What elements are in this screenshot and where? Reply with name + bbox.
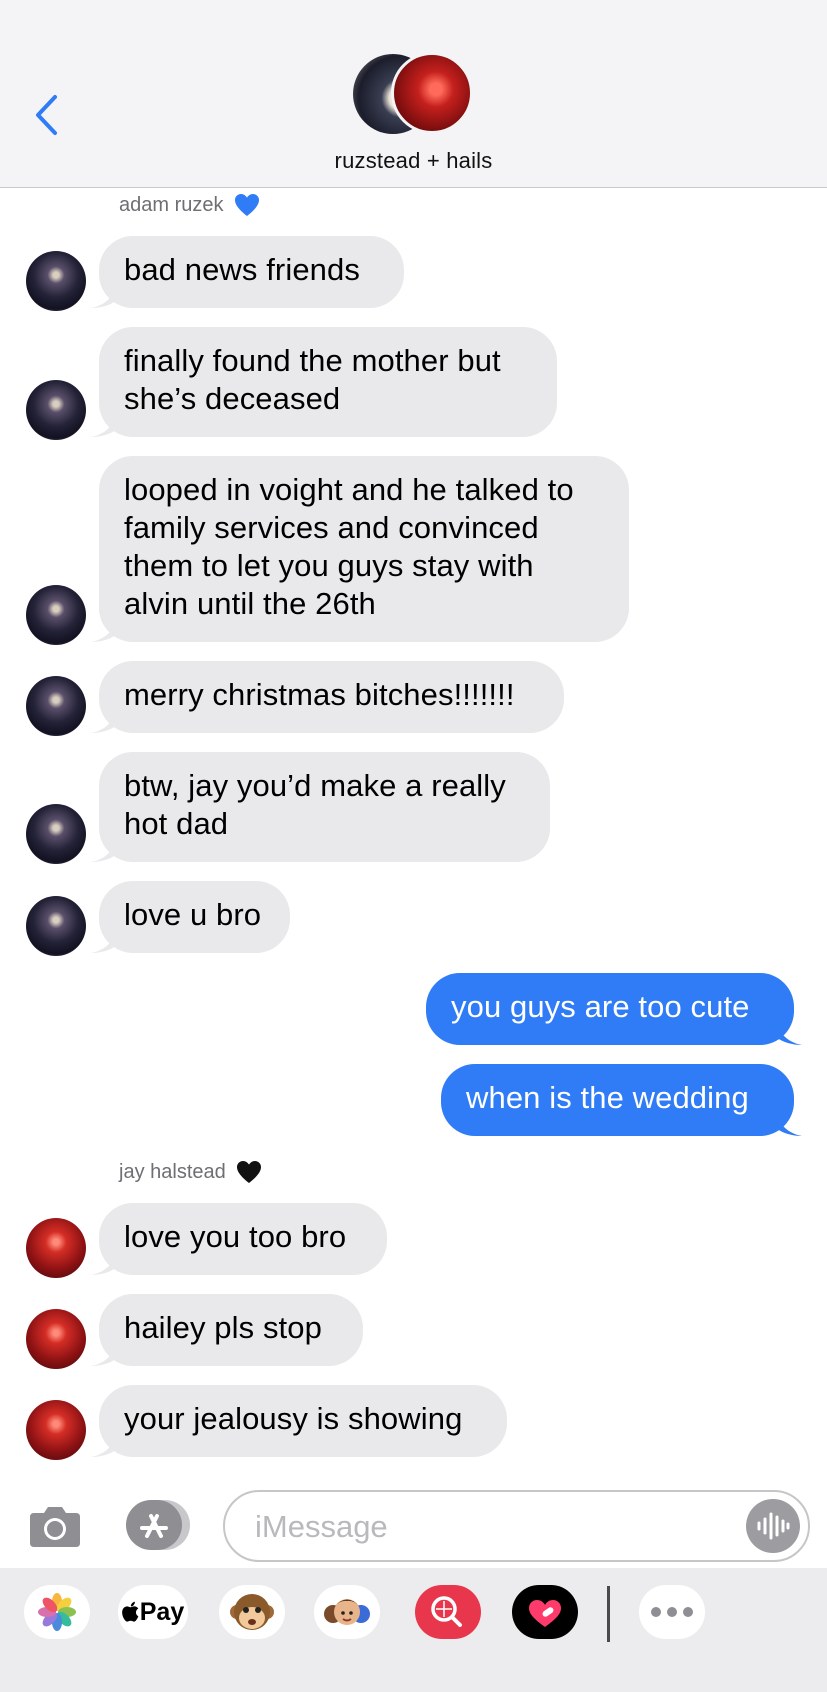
avatar-adam[interactable] [26,896,86,956]
back-button[interactable] [30,92,62,138]
apple-pay-button[interactable]: Pay [118,1585,188,1639]
camera-icon [30,1507,80,1547]
message-text: finally found the mother but she’s decea… [124,343,501,416]
message-bubble-outgoing[interactable]: you guys are too cute [426,973,802,1045]
sender-label-adam: adam ruzek [119,193,260,217]
avatar-adam[interactable] [26,676,86,736]
bubble-tail [91,415,117,437]
message-text: love u bro [124,897,262,932]
bubble-tail [91,1253,117,1275]
app-drawer: Pay [0,1568,827,1692]
bubble-tail [776,1114,802,1136]
message-bubble[interactable]: your jealousy is showing [91,1385,507,1457]
message-bubble[interactable]: merry christmas bitches!!!!!!! [91,661,564,733]
group-avatar[interactable] [353,52,473,136]
more-icon [651,1607,693,1617]
monkey-animoji-icon [230,1594,274,1630]
bubble-tail [776,1023,802,1045]
chevron-left-icon [36,95,57,135]
message-text: you guys are too cute [451,989,750,1024]
more-apps-button[interactable] [639,1585,705,1639]
audio-message-button[interactable] [746,1499,800,1553]
message-field[interactable] [223,1490,810,1562]
conversation-header: ruzstead + hails [0,0,827,188]
message-bubble[interactable]: love u bro [91,881,290,953]
blue-heart-icon [234,194,259,216]
waveform-icon [757,1512,790,1540]
photos-icon [38,1593,76,1631]
message-text: when is the wedding [466,1080,749,1115]
message-text: hailey pls stop [124,1310,322,1345]
message-input[interactable] [255,1506,715,1548]
message-bubble-outgoing[interactable]: when is the wedding [441,1064,802,1136]
avatar-jay[interactable] [26,1400,86,1460]
memoji-button[interactable] [314,1585,380,1639]
avatar-adam[interactable] [26,380,86,440]
bubble-tail [91,711,117,733]
avatar-adam[interactable] [26,251,86,311]
message-bubble[interactable]: bad news friends [91,236,404,308]
message-text: btw, jay you’d make a really hot dad [124,768,506,841]
message-text: looped in voight and he talked to family… [124,472,574,621]
bubble-tail [91,931,117,953]
bubble-tail [91,1435,117,1457]
message-bubble[interactable]: hailey pls stop [91,1294,363,1366]
camera-button[interactable] [28,1503,82,1549]
message-text: bad news friends [124,252,360,287]
sender-label-jay: jay halstead [119,1160,262,1184]
bubble-tail [91,1344,117,1366]
compose-bar [0,1478,827,1568]
photos-app-button[interactable] [24,1585,90,1639]
avatar-adam[interactable] [26,585,86,645]
image-search-button[interactable] [415,1585,481,1639]
memoji-icon [324,1599,370,1625]
bubble-tail [91,840,117,862]
avatar-jay[interactable] [26,1309,86,1369]
black-heart-icon [236,1161,261,1183]
digital-touch-button[interactable] [512,1585,578,1639]
message-bubble[interactable]: love you too bro [91,1203,387,1275]
message-text: merry christmas bitches!!!!!!! [124,677,515,712]
apple-logo-icon [121,1601,139,1622]
message-text: love you too bro [124,1219,347,1254]
message-bubble[interactable]: btw, jay you’d make a really hot dad [91,752,550,862]
avatar-jay [391,52,473,134]
message-bubble[interactable]: looped in voight and he talked to family… [91,456,629,642]
digital-touch-icon [512,1585,578,1639]
avatar-jay[interactable] [26,1218,86,1278]
sender-name: adam ruzek [119,193,224,216]
conversation-title[interactable]: ruzstead + hails [0,148,827,174]
bubble-tail [91,620,117,642]
image-search-icon [415,1585,481,1639]
app-store-icon [126,1500,190,1550]
bubble-tail [91,286,117,308]
sender-name: jay halstead [119,1160,226,1183]
drawer-divider [607,1586,610,1642]
avatar-adam[interactable] [26,804,86,864]
animoji-button[interactable] [219,1585,285,1639]
app-store-button[interactable] [124,1498,190,1552]
message-bubble[interactable]: finally found the mother but she’s decea… [91,327,557,437]
message-text: your jealousy is showing [124,1401,463,1436]
apple-pay-label: Pay [139,1597,185,1626]
